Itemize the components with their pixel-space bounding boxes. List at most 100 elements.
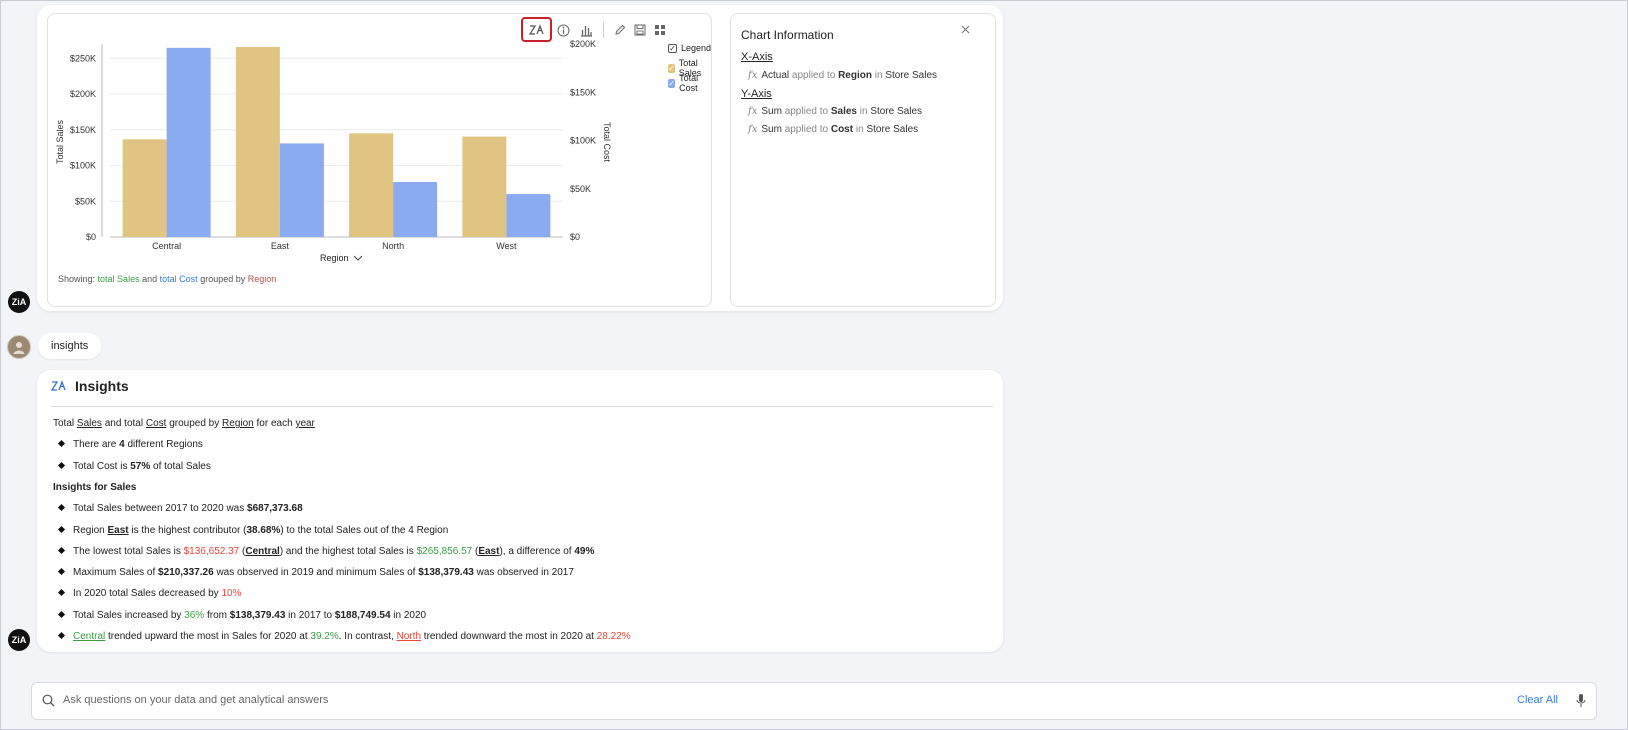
formula-function: Actual xyxy=(761,70,790,81)
showing-grouped: grouped by xyxy=(200,274,246,284)
legend-item-total-cost[interactable]: ✓ Total Cost xyxy=(668,73,711,93)
insights-title: Insights xyxy=(75,378,129,394)
insights-summary: Total Sales and total Cost grouped by Re… xyxy=(53,418,315,429)
region-link[interactable]: North xyxy=(397,631,421,642)
measure-link[interactable]: Cost xyxy=(146,418,167,429)
insight-bullet: Total Sales between 2017 to 2020 was $68… xyxy=(57,503,303,514)
insight-bullet: Central trended upward the most in Sales… xyxy=(57,631,631,642)
value: $687,373.68 xyxy=(247,503,303,514)
formula-table: Store Sales xyxy=(885,70,938,81)
bar-total-sales xyxy=(349,133,394,237)
user-message: insights xyxy=(38,333,102,359)
text: In 2020 total Sales decreased by xyxy=(73,588,219,599)
search-input[interactable]: Ask questions on your data and get analy… xyxy=(63,694,328,706)
text: different Regions xyxy=(127,439,203,450)
ask-bar[interactable]: Ask questions on your data and get analy… xyxy=(31,682,1597,720)
text: Maximum Sales of xyxy=(73,567,156,578)
bullet-icon xyxy=(57,546,66,555)
x-axis-title: Region xyxy=(320,253,349,263)
value: $136,652.37 xyxy=(183,546,240,557)
formula-applied: applied to xyxy=(784,124,829,135)
text: was observed in 2017 xyxy=(476,567,574,578)
checkbox-icon: ✓ xyxy=(668,78,676,88)
formula-field: Cost xyxy=(830,124,854,135)
y-tick-label-left: $250K xyxy=(70,53,96,63)
clear-all-button[interactable]: Clear All xyxy=(1517,694,1558,706)
text: The lowest total Sales is xyxy=(73,546,181,557)
chart-information-panel: Chart Information X-Axis fx Actual applie… xyxy=(730,13,996,307)
checkbox-icon: ✓ xyxy=(668,63,675,73)
measure-link[interactable]: Sales xyxy=(77,418,102,429)
chart-response-card: ✓ Legend ✓ Total Sales ✓ Total Cost $0 $5… xyxy=(37,5,1003,311)
value: $265,856.57 xyxy=(416,546,473,557)
value: 38.68% xyxy=(246,525,281,536)
insight-bullet: There are 4 different Regions xyxy=(57,439,203,450)
bullet-icon xyxy=(57,461,66,470)
y-tick-label-left: $200K xyxy=(70,89,96,99)
region-axis-dropdown[interactable]: Region xyxy=(320,253,363,263)
text: . In contrast, xyxy=(338,631,394,642)
search-icon xyxy=(42,694,55,707)
bullet-icon xyxy=(57,610,66,619)
y-axis-title-right: Total Cost xyxy=(602,122,612,163)
user-avatar xyxy=(7,335,31,359)
insight-bullet: Total Sales increased by 36% from $138,3… xyxy=(57,610,426,621)
showing-measure-cost: total Cost xyxy=(159,274,198,284)
x-tick-label: Central xyxy=(152,241,181,251)
y-axis-formula: fx Sum applied to Cost in Store Sales xyxy=(748,124,918,135)
dimension-link[interactable]: year xyxy=(295,418,314,429)
formula-applied: applied to xyxy=(791,70,836,81)
bar-total-sales xyxy=(122,139,167,237)
text: in 2017 to xyxy=(288,610,333,621)
value: 49% xyxy=(574,546,595,557)
y-tick-label-right: $50K xyxy=(570,184,591,194)
y-tick-label-left: $150K xyxy=(70,125,96,135)
formula-table: Store Sales xyxy=(866,124,919,135)
y-tick-label-right: $100K xyxy=(570,136,596,146)
text: for each xyxy=(256,418,293,429)
region-link[interactable]: Central xyxy=(73,631,105,642)
text: trended upward the most in Sales for 202… xyxy=(108,631,308,642)
value: 10% xyxy=(221,588,242,599)
showing-prefix: Showing: xyxy=(58,274,96,284)
showing-measure-sales: total Sales xyxy=(97,274,140,284)
formula-function: Sum xyxy=(761,124,782,135)
text: ) to the total Sales out of the 4 Region xyxy=(280,525,449,536)
value: 4 xyxy=(119,439,125,450)
bullet-icon xyxy=(57,439,66,448)
value: $138,379.43 xyxy=(418,567,474,578)
bullet-icon xyxy=(57,525,66,534)
region-link[interactable]: East xyxy=(478,546,499,557)
showing-dimension: Region xyxy=(247,274,277,284)
close-button[interactable] xyxy=(957,21,973,37)
text: grouped by xyxy=(169,418,220,429)
microphone-icon[interactable] xyxy=(1576,693,1586,709)
x-tick-label: North xyxy=(382,241,404,251)
bot-avatar: ZiA xyxy=(8,291,30,313)
chart-information-title: Chart Information xyxy=(741,28,834,42)
fx-icon: fx xyxy=(748,106,758,117)
text: ) and the highest total Sales is xyxy=(279,546,414,557)
y-tick-label-left: $100K xyxy=(70,161,96,171)
formula-in: in xyxy=(859,106,868,117)
text: There are xyxy=(73,439,117,450)
region-link[interactable]: East xyxy=(107,525,128,536)
text: was observed in 2019 and minimum Sales o… xyxy=(216,567,416,578)
formula-in: in xyxy=(855,124,864,135)
value: $210,337.26 xyxy=(158,567,214,578)
zia-icon xyxy=(51,380,66,391)
x-axis-heading: X-Axis xyxy=(741,51,773,63)
y-axis-formula: fx Sum applied to Sales in Store Sales xyxy=(748,106,922,117)
region-link[interactable]: Central xyxy=(245,546,279,557)
showing-and: and xyxy=(142,274,158,284)
dimension-link[interactable]: Region xyxy=(222,418,254,429)
x-axis-formula: fx Actual applied to Region in Store Sale… xyxy=(748,70,937,81)
y-tick-label-right: $200K xyxy=(570,39,596,49)
formula-field: Sales xyxy=(830,106,857,117)
showing-caption: Showing: total Sales and total Cost grou… xyxy=(58,274,276,284)
y-axis-heading: Y-Axis xyxy=(741,88,772,100)
insight-bullet: Maximum Sales of $210,337.26 was observe… xyxy=(57,567,574,578)
bar-total-cost xyxy=(393,181,438,237)
legend-item-toggle[interactable]: ✓ Legend xyxy=(668,43,711,53)
x-tick-label: West xyxy=(496,241,517,251)
